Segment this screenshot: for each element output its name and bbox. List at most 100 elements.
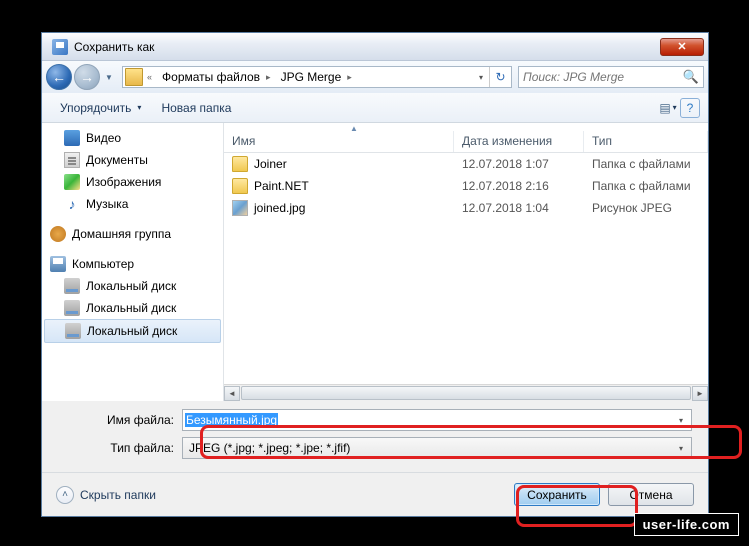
folder-icon bbox=[232, 178, 248, 194]
forward-button[interactable]: → bbox=[74, 64, 100, 90]
sidebar-item-label: Локальный диск bbox=[87, 324, 177, 338]
file-type: Рисунок JPEG bbox=[592, 201, 700, 215]
body-area: Видео Документы Изображения ♪ Музыка Дома… bbox=[42, 123, 708, 401]
music-icon: ♪ bbox=[64, 196, 80, 212]
file-name: Paint.NET bbox=[254, 179, 462, 193]
scroll-left-button[interactable]: ◄ bbox=[224, 386, 240, 401]
screenshot-frame: Сохранить как ✕ ← → ▼ « Форматы файлов ▸… bbox=[2, 2, 747, 544]
hide-folders-label: Скрыть папки bbox=[80, 488, 156, 502]
organize-label: Упорядочить bbox=[60, 101, 131, 115]
view-icon: ▤ bbox=[659, 101, 670, 115]
sidebar-item-homegroup[interactable]: Домашняя группа bbox=[42, 223, 223, 245]
sidebar: Видео Документы Изображения ♪ Музыка Дома… bbox=[42, 123, 224, 401]
sidebar-item-label: Домашняя группа bbox=[72, 227, 171, 241]
file-row[interactable]: joined.jpg12.07.2018 1:04Рисунок JPEG bbox=[224, 197, 708, 219]
filename-row: Имя файла: Безымянный.jpg ▾ bbox=[58, 409, 692, 431]
file-date: 12.07.2018 1:04 bbox=[462, 201, 592, 215]
address-bar[interactable]: « Форматы файлов ▸ JPG Merge ▸ ▾ ↻ bbox=[122, 66, 512, 88]
watermark: user-life.com bbox=[634, 513, 739, 536]
bottom-bar: ˄ Скрыть папки Сохранить Отмена bbox=[42, 472, 708, 516]
new-folder-button[interactable]: Новая папка bbox=[151, 97, 241, 119]
chevron-down-icon: ▾ bbox=[673, 103, 677, 112]
breadcrumb-segment[interactable]: Форматы файлов bbox=[154, 67, 264, 87]
file-type: Папка с файлами bbox=[592, 157, 700, 171]
filename-value: Безымянный.jpg bbox=[185, 413, 278, 427]
sidebar-item-disk[interactable]: Локальный диск bbox=[42, 297, 223, 319]
file-date: 12.07.2018 2:16 bbox=[462, 179, 592, 193]
sidebar-item-label: Документы bbox=[86, 153, 148, 167]
homegroup-icon bbox=[50, 226, 66, 242]
image-icon bbox=[64, 174, 80, 190]
file-rows: Joiner12.07.2018 1:07Папка с файлами Pai… bbox=[224, 153, 708, 384]
sidebar-item-label: Изображения bbox=[86, 175, 161, 189]
forward-arrow-icon: → bbox=[80, 69, 94, 85]
column-header-type[interactable]: Тип bbox=[584, 131, 708, 152]
nav-history-dropdown[interactable]: ▼ bbox=[102, 67, 116, 87]
chevron-icon: « bbox=[145, 72, 154, 82]
search-icon[interactable]: 🔍 bbox=[683, 69, 699, 85]
organize-button[interactable]: Упорядочить ▾ bbox=[50, 97, 151, 119]
titlebar: Сохранить как ✕ bbox=[42, 33, 708, 61]
refresh-button[interactable]: ↻ bbox=[489, 67, 511, 87]
collapse-icon: ˄ bbox=[56, 486, 74, 504]
search-box[interactable]: 🔍 bbox=[518, 66, 704, 88]
sidebar-item-label: Локальный диск bbox=[86, 279, 176, 293]
sidebar-item-video[interactable]: Видео bbox=[42, 127, 223, 149]
breadcrumb-segment[interactable]: JPG Merge bbox=[273, 67, 346, 87]
save-button[interactable]: Сохранить bbox=[514, 483, 600, 506]
video-icon bbox=[64, 130, 80, 146]
disk-icon bbox=[65, 323, 81, 339]
search-input[interactable] bbox=[523, 70, 683, 84]
disk-icon bbox=[64, 278, 80, 294]
sidebar-item-label: Локальный диск bbox=[86, 301, 176, 315]
sidebar-item-disk[interactable]: Локальный диск bbox=[44, 319, 221, 343]
file-name: Joiner bbox=[254, 157, 462, 171]
address-dropdown[interactable]: ▾ bbox=[473, 73, 489, 82]
column-header-name[interactable]: Имя bbox=[224, 131, 454, 152]
view-mode-button[interactable]: ▤▾ bbox=[656, 96, 680, 120]
horizontal-scrollbar[interactable]: ◄ ► bbox=[224, 384, 708, 401]
sidebar-item-label: Музыка bbox=[86, 197, 128, 211]
disk-icon bbox=[64, 300, 80, 316]
file-list-area: ▲ Имя Дата изменения Тип Joiner12.07.201… bbox=[224, 123, 708, 401]
filename-dropdown[interactable]: ▾ bbox=[673, 416, 689, 425]
filetype-value: JPEG (*.jpg; *.jpeg; *.jpe; *.jfif) bbox=[185, 441, 350, 455]
file-row[interactable]: Joiner12.07.2018 1:07Папка с файлами bbox=[224, 153, 708, 175]
scroll-right-button[interactable]: ► bbox=[692, 386, 708, 401]
computer-icon bbox=[50, 256, 66, 272]
sidebar-item-documents[interactable]: Документы bbox=[42, 149, 223, 171]
file-name: joined.jpg bbox=[254, 201, 462, 215]
toolbar: Упорядочить▾ Новая папка ▤▾ ? bbox=[42, 93, 708, 123]
document-icon bbox=[64, 152, 80, 168]
close-button[interactable]: ✕ bbox=[660, 38, 704, 56]
sidebar-item-music[interactable]: ♪ Музыка bbox=[42, 193, 223, 215]
cancel-button[interactable]: Отмена bbox=[608, 483, 694, 506]
filetype-dropdown[interactable]: ▾ bbox=[673, 444, 689, 453]
scroll-thumb[interactable] bbox=[241, 386, 691, 400]
column-headers: Имя Дата изменения Тип bbox=[224, 131, 708, 153]
filetype-label: Тип файла: bbox=[58, 441, 182, 455]
back-arrow-icon: ← bbox=[52, 69, 66, 85]
chevron-right-icon: ▸ bbox=[345, 72, 354, 83]
app-icon bbox=[52, 39, 68, 55]
chevron-down-icon: ▾ bbox=[137, 103, 141, 112]
sidebar-item-images[interactable]: Изображения bbox=[42, 171, 223, 193]
sidebar-item-label: Компьютер bbox=[72, 257, 134, 271]
back-button[interactable]: ← bbox=[46, 64, 72, 90]
file-row[interactable]: Paint.NET12.07.2018 2:16Папка с файлами bbox=[224, 175, 708, 197]
form-area: Имя файла: Безымянный.jpg ▾ Тип файла: J… bbox=[42, 401, 708, 475]
window-title: Сохранить как bbox=[74, 40, 660, 54]
filetype-row: Тип файла: JPEG (*.jpg; *.jpeg; *.jpe; *… bbox=[58, 437, 692, 459]
sidebar-item-computer[interactable]: Компьютер bbox=[42, 253, 223, 275]
filetype-field[interactable]: JPEG (*.jpg; *.jpeg; *.jpe; *.jfif) ▾ bbox=[182, 437, 692, 459]
sidebar-item-disk[interactable]: Локальный диск bbox=[42, 275, 223, 297]
help-button[interactable]: ? bbox=[680, 98, 700, 118]
jpg-icon bbox=[232, 200, 248, 216]
folder-icon bbox=[232, 156, 248, 172]
sidebar-item-label: Видео bbox=[86, 131, 121, 145]
column-header-date[interactable]: Дата изменения bbox=[454, 131, 584, 152]
chevron-right-icon: ▸ bbox=[264, 72, 273, 83]
navigation-row: ← → ▼ « Форматы файлов ▸ JPG Merge ▸ ▾ ↻… bbox=[42, 61, 708, 93]
filename-field[interactable]: Безымянный.jpg ▾ bbox=[182, 409, 692, 431]
hide-folders-button[interactable]: ˄ Скрыть папки bbox=[56, 486, 156, 504]
